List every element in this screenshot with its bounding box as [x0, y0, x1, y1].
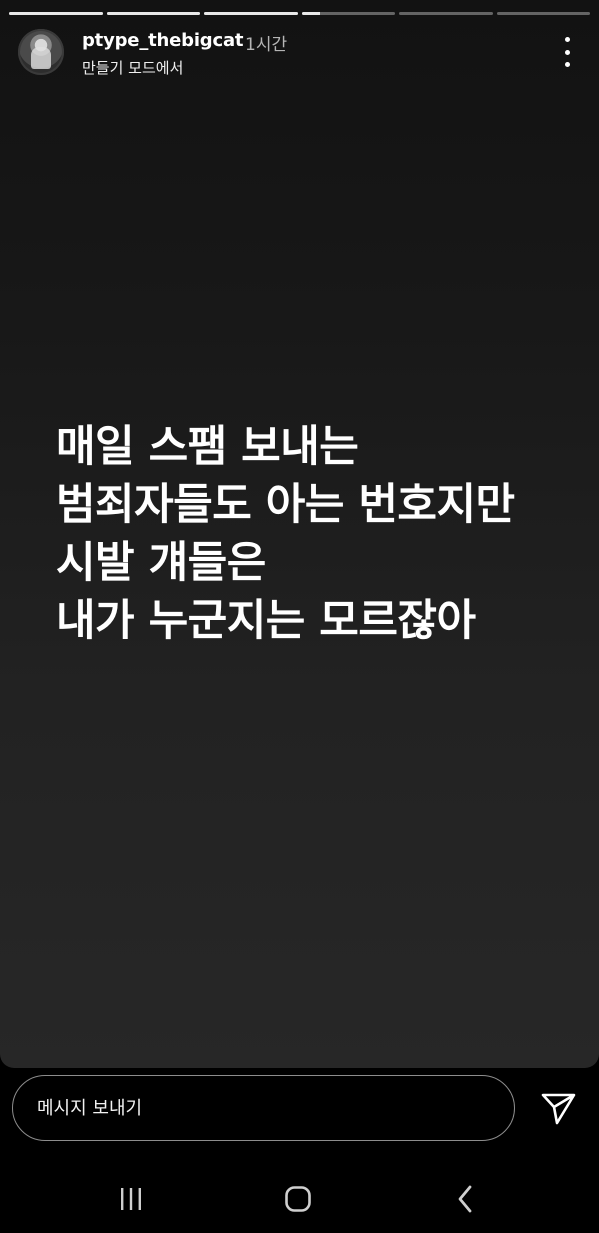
username[interactable]: ptype_thebigcat — [82, 30, 244, 51]
recent-apps-icon[interactable] — [101, 1177, 161, 1221]
reply-bar — [0, 1068, 599, 1163]
story-text-line: 시발 걔들은 — [56, 538, 266, 588]
progress-segment — [301, 12, 395, 15]
story-text-line: 범죄자들도 아는 번호지만 — [56, 480, 515, 530]
progress-segment — [106, 12, 200, 15]
message-input[interactable] — [12, 1075, 515, 1141]
home-icon[interactable] — [268, 1177, 328, 1221]
more-vertical-icon[interactable] — [553, 37, 581, 67]
send-icon[interactable] — [538, 1087, 578, 1127]
progress-segment — [399, 12, 493, 15]
progress-segment — [204, 12, 298, 15]
story-text: 매일 스팸 보내는 범죄자들도 아는 번호지만 시발 걔들은 내가 누군지는 모… — [56, 418, 576, 650]
avatar-photo — [31, 47, 51, 69]
create-mode-label: 만들기 모드에서 — [82, 59, 184, 77]
story-text-line: 매일 스팸 보내는 — [56, 422, 359, 472]
story-text-line: 내가 누군지는 모르잖아 — [56, 596, 476, 646]
avatar[interactable] — [18, 29, 64, 75]
system-nav-bar — [0, 1163, 599, 1233]
story-progress-bar — [9, 12, 590, 15]
progress-segment — [9, 12, 103, 15]
progress-segment — [496, 12, 590, 15]
post-time: 1시간 — [245, 35, 288, 55]
story-viewer[interactable]: ptype_thebigcat 1시간 만들기 모드에서 매일 스팸 보내는 범… — [0, 0, 599, 1068]
story-header: ptype_thebigcat 1시간 만들기 모드에서 — [18, 29, 581, 79]
back-icon[interactable] — [436, 1177, 496, 1221]
